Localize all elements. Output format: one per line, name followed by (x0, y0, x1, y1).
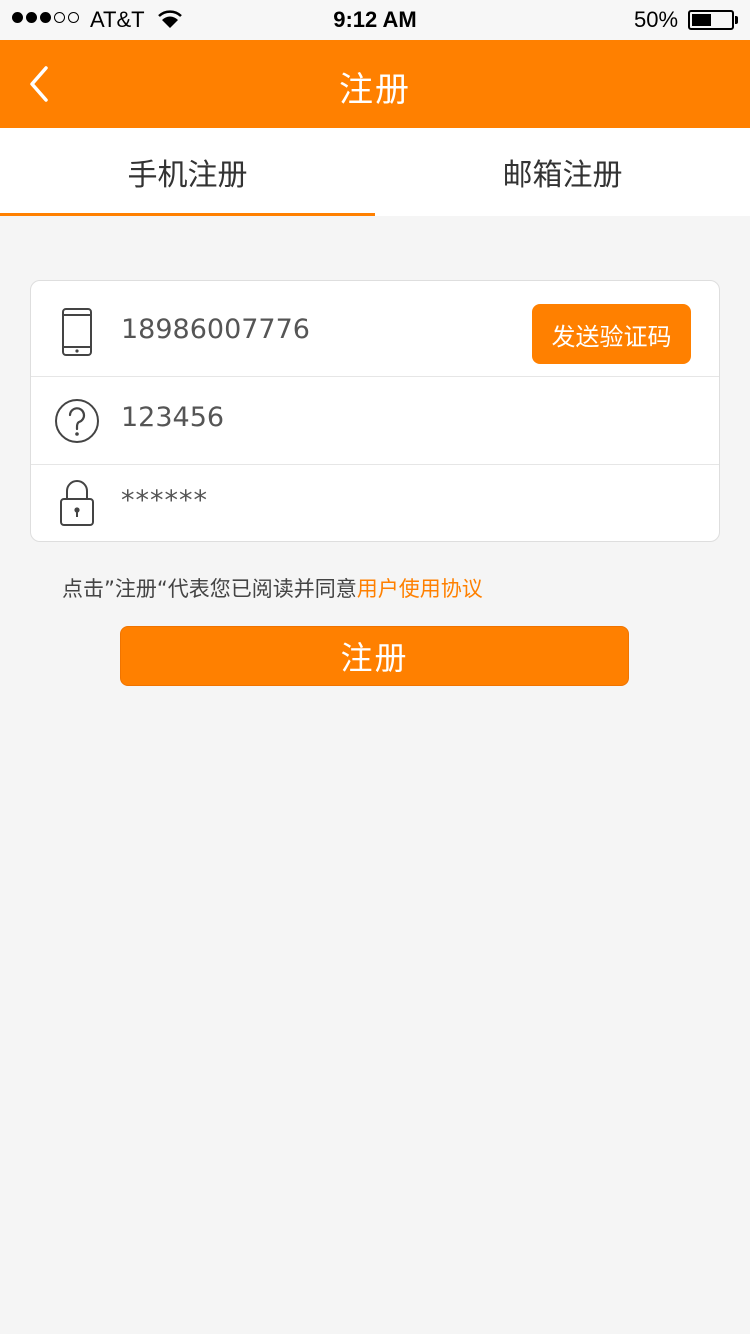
password-row (31, 465, 719, 541)
status-bar: AT&T 9:12 AM 50% (0, 0, 750, 40)
phone-icon (62, 308, 92, 356)
user-agreement-link[interactable]: 用户使用协议 (357, 577, 483, 601)
tab-phone-register[interactable]: 手机注册 (0, 128, 375, 216)
phone-input[interactable] (121, 314, 511, 345)
question-circle-icon (55, 399, 99, 443)
code-row (31, 377, 719, 465)
tab-email-register[interactable]: 邮箱注册 (375, 128, 750, 216)
battery-percent: 50% (634, 7, 679, 32)
register-form: 发送验证码 (30, 280, 720, 542)
phone-row: 发送验证码 (31, 281, 719, 377)
page-title: 注册 (339, 70, 411, 110)
register-button[interactable]: 注册 (120, 626, 629, 686)
send-code-button[interactable]: 发送验证码 (532, 304, 691, 364)
nav-bar: 注册 (0, 40, 750, 128)
lock-icon (60, 480, 94, 526)
register-tabs: 手机注册 邮箱注册 (0, 128, 750, 216)
battery-icon (688, 10, 734, 30)
password-input[interactable] (121, 485, 511, 516)
agreement-notice: 点击”注册“代表您已阅读并同意用户使用协议 (62, 573, 483, 603)
agreement-text: 点击”注册“代表您已阅读并同意 (62, 577, 357, 601)
verification-code-input[interactable] (121, 402, 511, 433)
